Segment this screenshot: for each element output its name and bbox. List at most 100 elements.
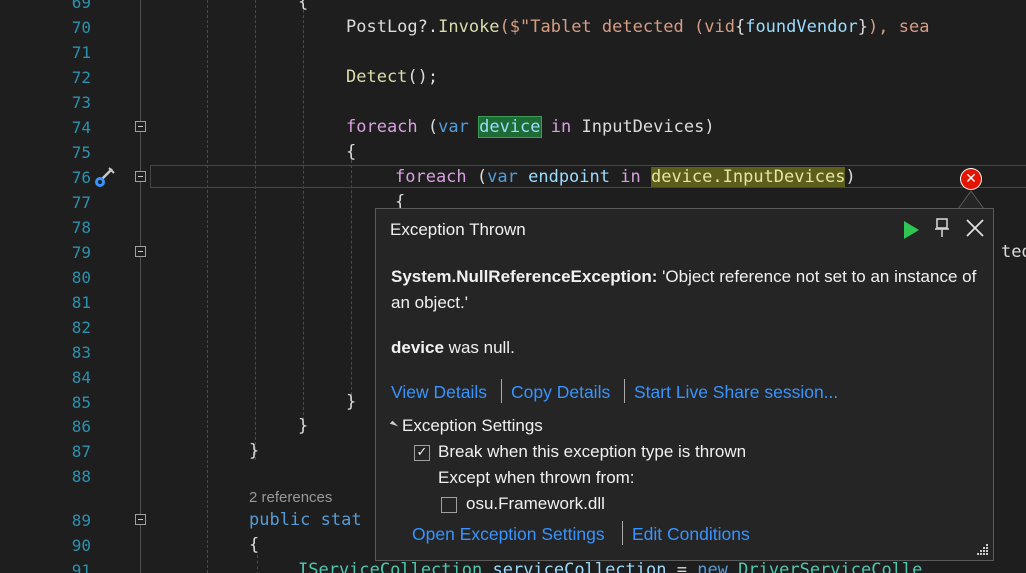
- line-number: 70: [71, 18, 91, 37]
- quick-actions-icon[interactable]: [92, 165, 118, 191]
- code-token: ($"Tablet detected (vid: [499, 17, 735, 37]
- error-icon[interactable]: ✕: [961, 169, 981, 189]
- line-number: 76: [71, 168, 91, 187]
- collapse-triangle-icon[interactable]: [389, 420, 399, 430]
- line-number: 77: [71, 193, 91, 212]
- code-token: DriverServiceColle: [738, 560, 923, 573]
- code-text: foreach (var endpoint in device.InputDev…: [395, 165, 856, 190]
- code-token: new: [697, 560, 728, 573]
- close-icon[interactable]: [964, 217, 986, 239]
- code-token: foreach: [346, 117, 418, 137]
- code-text: Detect();: [346, 65, 438, 90]
- view-details-link[interactable]: View Details: [391, 382, 487, 403]
- line-number: 84: [71, 368, 91, 387]
- code-token: endpoint: [528, 167, 610, 187]
- pin-icon[interactable]: [932, 217, 952, 239]
- code-line[interactable]: 76 foreach (var endpoint in device.InputD…: [0, 165, 1026, 190]
- fold-toggle-line-74[interactable]: [135, 121, 146, 132]
- code-line[interactable]: 71: [0, 40, 1026, 65]
- code-token: }: [298, 416, 309, 436]
- line-number: 78: [71, 218, 91, 237]
- code-text: PostLog?.Invoke($"Tablet detected (vid{f…: [346, 15, 929, 40]
- line-number: 79: [71, 243, 91, 262]
- continue-play-icon[interactable]: [901, 219, 921, 241]
- code-token: ted): [1001, 242, 1026, 262]
- line-number: 69: [71, 0, 91, 12]
- code-line[interactable]: 73: [0, 90, 1026, 115]
- fold-toggle-line-89[interactable]: [135, 514, 146, 525]
- open-exception-settings-link[interactable]: Open Exception Settings: [412, 524, 605, 545]
- code-text: {: [298, 0, 308, 15]
- code-token: device: [478, 116, 542, 138]
- line-number: 81: [71, 293, 91, 312]
- code-text: public stat: [249, 508, 362, 533]
- line-number: 88: [71, 467, 91, 486]
- code-token: foreach: [395, 167, 467, 187]
- link-separator: [622, 521, 623, 545]
- line-number: 87: [71, 442, 91, 461]
- line-number: 75: [71, 143, 91, 162]
- code-token: }: [346, 392, 357, 412]
- code-token: (: [466, 167, 488, 187]
- code-token: ): [845, 167, 856, 187]
- line-number: 85: [71, 393, 91, 412]
- code-text: }: [346, 390, 356, 415]
- line-number: 83: [71, 343, 91, 362]
- code-line[interactable]: 75 {: [0, 140, 1026, 165]
- exception-helper-popup: Exception Thrown System.NullReferenceExc…: [375, 208, 994, 561]
- resize-grip-icon[interactable]: [974, 541, 990, 557]
- code-token: stat: [310, 510, 362, 530]
- null-variable-suffix: was null.: [443, 338, 515, 357]
- code-line[interactable]: 72 Detect();: [0, 65, 1026, 90]
- code-token: in: [620, 167, 641, 187]
- line-number: 86: [71, 417, 91, 436]
- line-number: 90: [71, 536, 91, 555]
- except-when-thrown-label: Except when thrown from:: [438, 468, 635, 487]
- code-token: in: [550, 117, 572, 137]
- code-text: }: [249, 439, 259, 464]
- popup-title: Exception Thrown: [390, 220, 526, 239]
- fold-toggle-line-79[interactable]: [135, 246, 146, 257]
- copy-details-link[interactable]: Copy Details: [511, 382, 610, 403]
- code-line[interactable]: 74 foreach (var device in InputDevices): [0, 115, 1026, 140]
- code-token: Detect: [346, 67, 408, 87]
- live-share-link[interactable]: Start Live Share session...: [634, 382, 838, 403]
- module-exception-checkbox[interactable]: [441, 497, 457, 513]
- code-line[interactable]: 70 PostLog?.Invoke($"Tablet detected (vid…: [0, 15, 1026, 40]
- code-text: ted): [1001, 240, 1026, 265]
- code-token: IServiceCollection: [298, 560, 483, 573]
- line-number: 82: [71, 318, 91, 337]
- code-token: ), sea: [868, 17, 930, 37]
- break-when-thrown-checkbox[interactable]: ✓: [414, 445, 430, 461]
- line-number: 71: [71, 43, 91, 62]
- break-when-thrown-label[interactable]: Break when this exception type is thrown: [438, 442, 746, 462]
- line-number: 73: [71, 93, 91, 112]
- code-token: =: [666, 560, 698, 573]
- exception-settings-header[interactable]: Exception Settings: [389, 416, 543, 436]
- code-text: {: [249, 533, 259, 558]
- fold-toggle-line-76[interactable]: [135, 171, 146, 182]
- edit-conditions-link[interactable]: Edit Conditions: [632, 524, 750, 545]
- codelens-references[interactable]: 2 references: [249, 488, 332, 508]
- exception-type: System.NullReferenceException:: [391, 267, 658, 286]
- code-text: foreach (var device in InputDevices): [346, 115, 715, 140]
- code-token: {: [249, 535, 260, 555]
- line-number: 89: [71, 511, 91, 530]
- code-token: (: [417, 117, 439, 137]
- code-token: {: [734, 17, 746, 37]
- code-token: var: [487, 167, 518, 187]
- code-token: serviceCollection: [492, 560, 667, 573]
- null-variable-message: device was null.: [391, 338, 515, 358]
- code-line[interactable]: 69 {: [0, 0, 1026, 15]
- module-name-label[interactable]: osu.Framework.dll: [466, 494, 605, 514]
- code-token: Invoke: [438, 17, 500, 37]
- code-text: {: [346, 140, 356, 165]
- line-number: 72: [71, 68, 91, 87]
- line-number: 91: [71, 561, 91, 573]
